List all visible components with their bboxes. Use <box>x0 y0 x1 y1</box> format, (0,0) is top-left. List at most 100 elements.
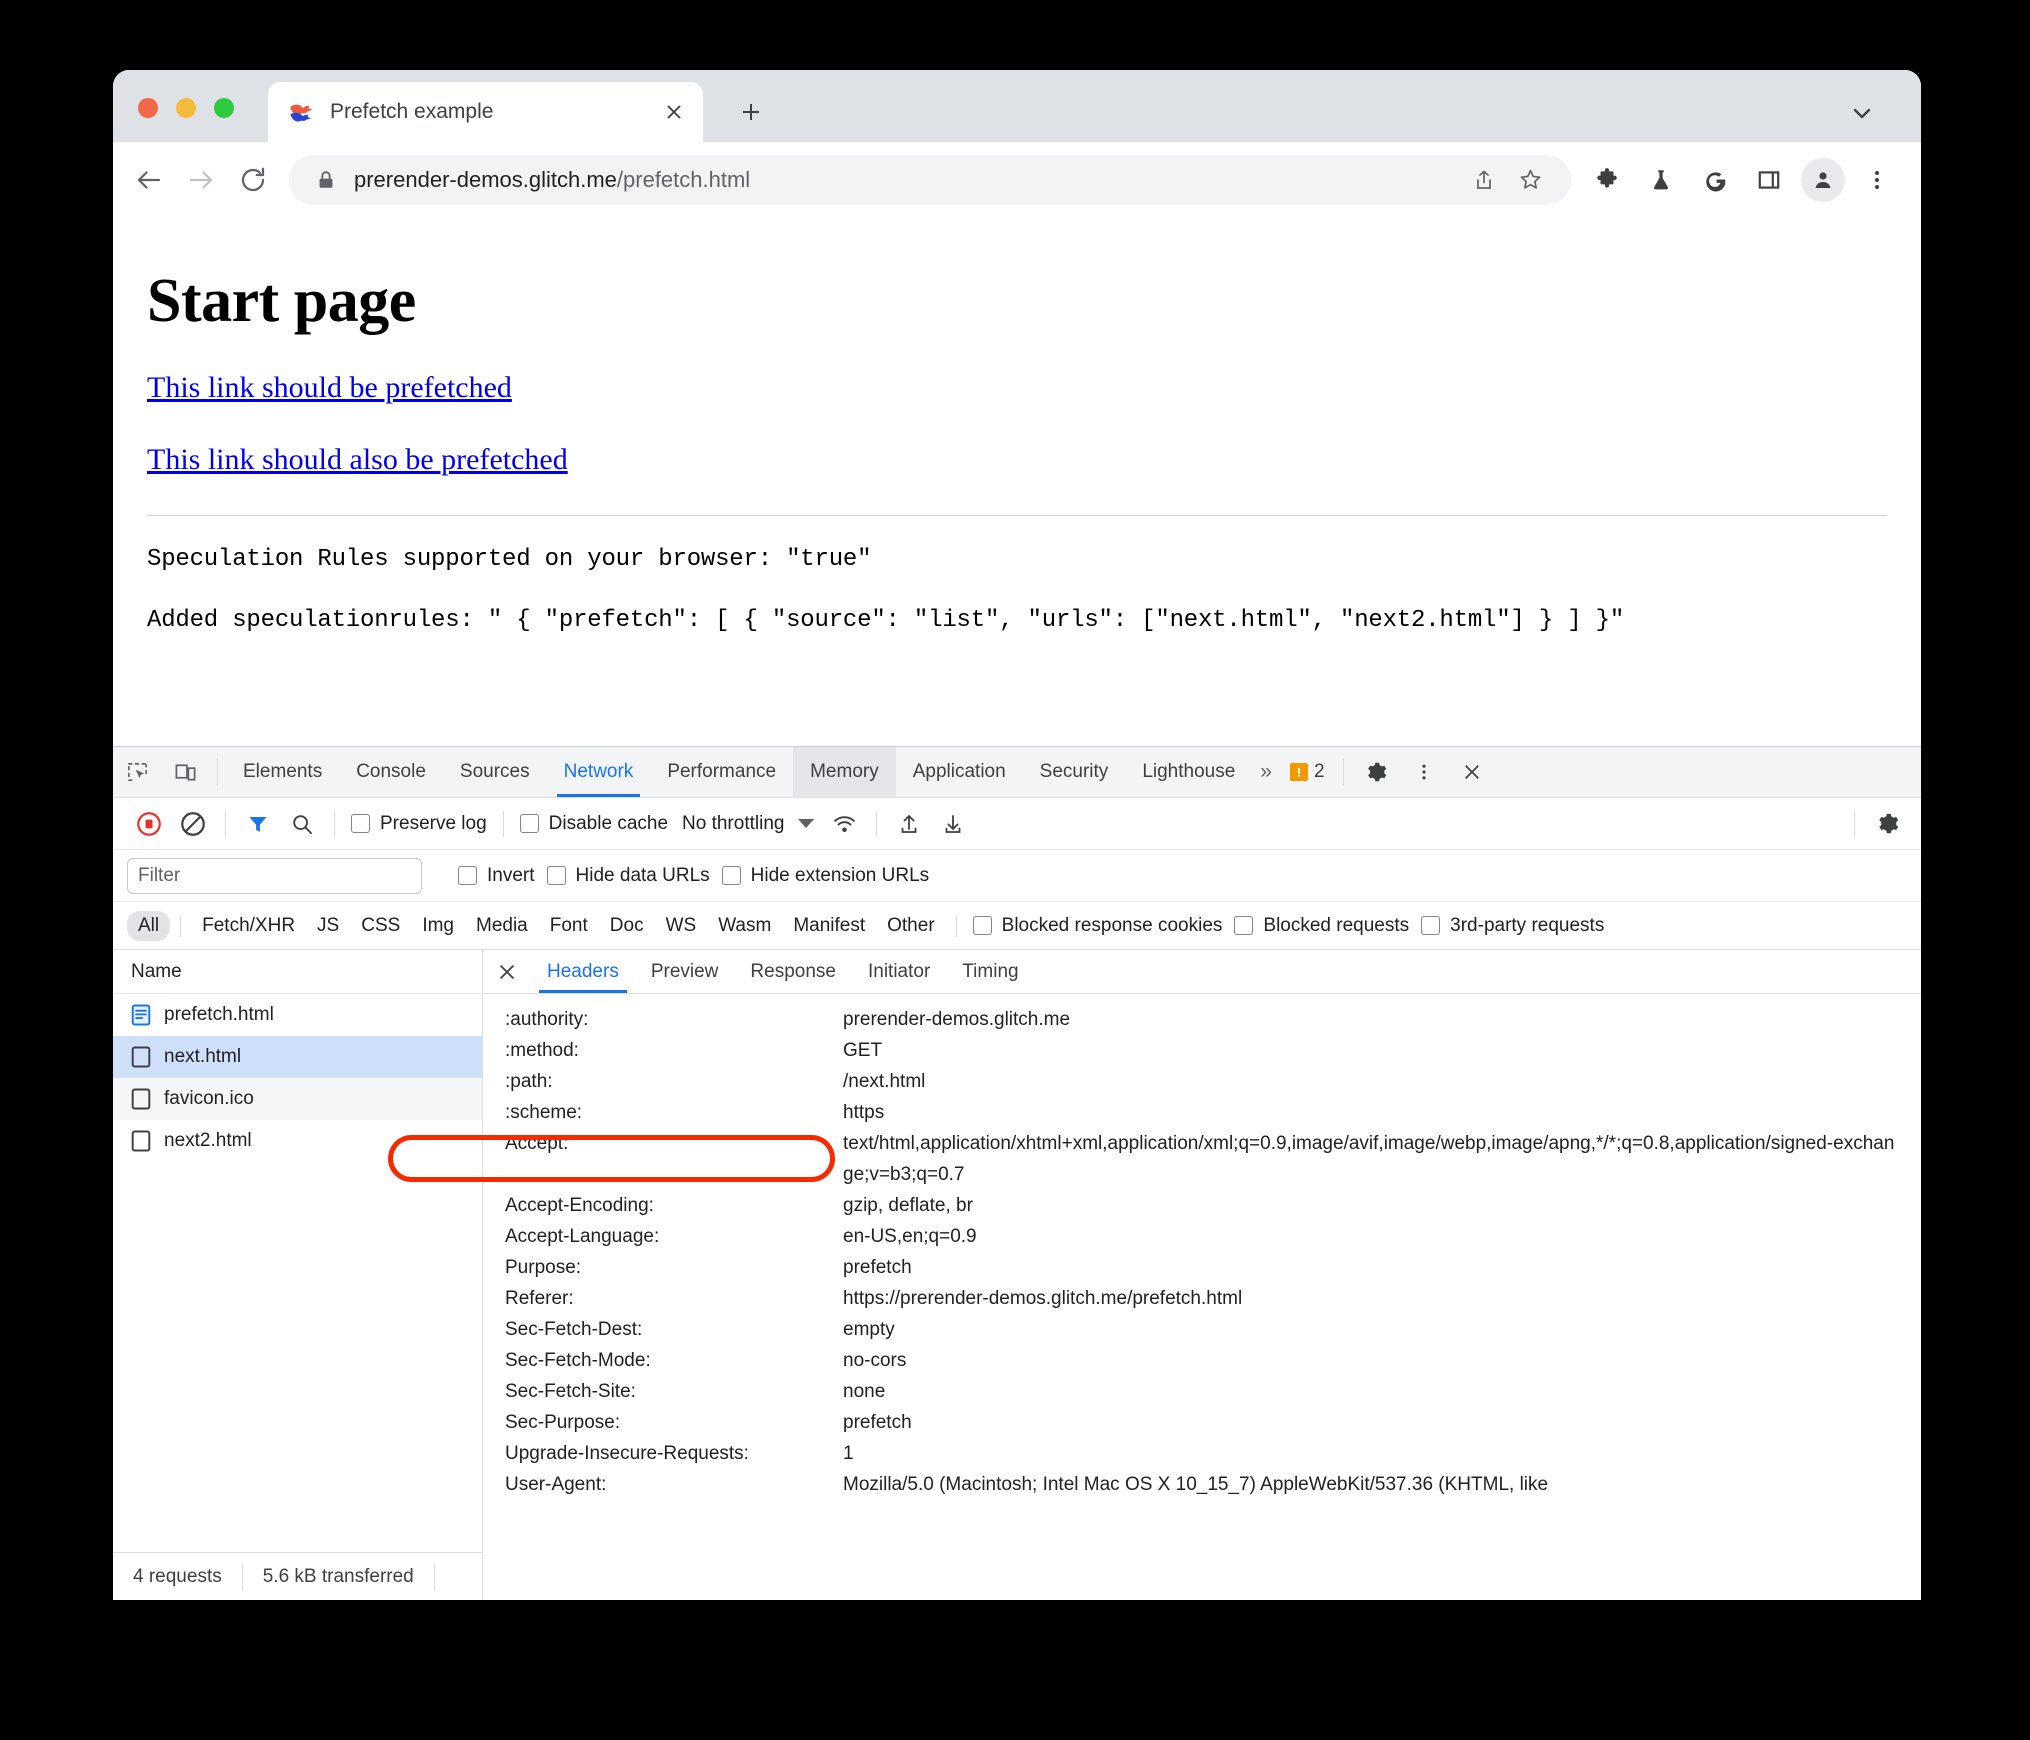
clear-button[interactable] <box>171 804 215 844</box>
type-filter-doc[interactable]: Doc <box>599 911 655 941</box>
type-filter-js[interactable]: JS <box>306 911 350 941</box>
detail-tab-response[interactable]: Response <box>734 950 852 993</box>
header-value: https <box>843 1102 885 1123</box>
header-row: Accept-Encoding: gzip, deflate, br <box>483 1190 1921 1221</box>
type-filter-ws[interactable]: WS <box>655 911 708 941</box>
filter-toggle-button[interactable] <box>236 804 280 844</box>
devtools-settings-button[interactable] <box>1352 747 1400 797</box>
type-filter-font[interactable]: Font <box>539 911 599 941</box>
record-button[interactable] <box>127 804 171 844</box>
throttling-dropdown[interactable]: No throttling <box>674 813 822 835</box>
speculation-rules-line: Added speculationrules: " { "prefetch": … <box>147 607 1625 634</box>
prefetch-link-2[interactable]: This link should also be prefetched <box>147 443 568 477</box>
divider <box>955 914 957 937</box>
detail-tab-timing[interactable]: Timing <box>946 950 1034 993</box>
forward-button[interactable] <box>175 154 227 206</box>
bookmark-button[interactable] <box>1509 159 1551 201</box>
extensions-button[interactable] <box>1585 158 1629 202</box>
maximize-window-button[interactable] <box>214 98 234 118</box>
header-value: empty <box>843 1319 895 1340</box>
type-filter-css[interactable]: CSS <box>350 911 411 941</box>
chrome-menu-button[interactable] <box>1855 158 1899 202</box>
device-toolbar-button[interactable] <box>161 747 209 797</box>
generic-file-icon <box>131 1130 151 1152</box>
devtools-tab-network[interactable]: Network <box>547 747 651 797</box>
inspect-element-button[interactable] <box>113 747 161 797</box>
request-row-prefetch-html[interactable]: prefetch.html <box>113 994 482 1036</box>
new-tab-button[interactable] <box>733 94 769 130</box>
filter-input[interactable] <box>127 857 422 894</box>
address-bar[interactable]: prerender-demos.glitch.me/prefetch.html <box>289 154 1571 205</box>
request-detail-tab-bar: Headers Preview Response Initiator Timin… <box>483 950 1921 994</box>
close-tab-button[interactable] <box>659 97 689 127</box>
header-name: Sec-Fetch-Dest: <box>505 1319 643 1340</box>
share-icon <box>1477 170 1491 189</box>
header-row: :scheme: https <box>483 1097 1921 1128</box>
import-har-button[interactable] <box>887 804 931 844</box>
tab-search-button[interactable] <box>1845 96 1879 130</box>
request-list-panel: Name prefetch.html next.html favicon.ico… <box>113 950 483 1600</box>
search-button[interactable] <box>280 804 324 844</box>
browser-tab[interactable]: Prefetch example <box>268 82 703 142</box>
warning-count-badge[interactable]: ! 2 <box>1280 747 1335 797</box>
back-button[interactable] <box>123 154 175 206</box>
type-filter-img[interactable]: Img <box>411 911 465 941</box>
request-row-favicon-ico[interactable]: favicon.ico <box>113 1078 482 1120</box>
network-settings-button[interactable] <box>1865 804 1909 844</box>
profile-avatar[interactable] <box>1801 157 1845 202</box>
devtools-tab-elements[interactable]: Elements <box>226 747 339 797</box>
header-row: :path: /next.html <box>483 1066 1921 1097</box>
blocked-requests-checkbox[interactable]: Blocked requests <box>1228 915 1415 937</box>
header-row: Sec-Fetch-Mode: no-cors <box>483 1345 1921 1376</box>
request-row-next-html[interactable]: next.html <box>113 1036 482 1078</box>
devtools-tab-security[interactable]: Security <box>1023 747 1126 797</box>
page-divider <box>147 515 1887 516</box>
close-window-button[interactable] <box>138 98 158 118</box>
disable-cache-checkbox[interactable]: Disable cache <box>514 813 674 835</box>
side-panel-button[interactable] <box>1747 158 1791 202</box>
type-filter-fetch-xhr[interactable]: Fetch/XHR <box>191 911 306 941</box>
grammarly-button[interactable] <box>1693 158 1737 202</box>
header-row: Referer: https://prerender-demos.glitch.… <box>483 1283 1921 1314</box>
hide-data-urls-checkbox[interactable]: Hide data URLs <box>541 865 716 887</box>
header-name: Sec-Fetch-Site: <box>505 1381 636 1402</box>
devtools-tab-performance[interactable]: Performance <box>650 747 793 797</box>
devtools-tab-memory[interactable]: Memory <box>793 747 896 797</box>
blocked-response-cookies-checkbox[interactable]: Blocked response cookies <box>967 915 1229 937</box>
page-title: Start page <box>147 267 416 335</box>
detail-tab-headers[interactable]: Headers <box>531 950 635 993</box>
type-filter-other[interactable]: Other <box>876 911 946 941</box>
three-dot-menu-icon <box>1875 170 1879 189</box>
network-main-split: Name prefetch.html next.html favicon.ico… <box>113 950 1921 1600</box>
header-value: no-cors <box>843 1350 907 1371</box>
preserve-log-checkbox[interactable]: Preserve log <box>345 813 493 835</box>
type-filter-media[interactable]: Media <box>465 911 539 941</box>
request-row-next2-html[interactable]: next2.html <box>113 1120 482 1162</box>
devtools-tab-console[interactable]: Console <box>339 747 443 797</box>
divider <box>433 1563 435 1590</box>
close-devtools-button[interactable] <box>1448 747 1496 797</box>
type-filter-all[interactable]: All <box>127 910 171 941</box>
devtools-tab-lighthouse[interactable]: Lighthouse <box>1125 747 1252 797</box>
more-tabs-button[interactable]: » <box>1252 747 1280 797</box>
header-name: Referer: <box>505 1288 574 1309</box>
type-filter-manifest[interactable]: Manifest <box>782 911 876 941</box>
prefetch-link-1[interactable]: This link should be prefetched <box>147 371 512 405</box>
hide-extension-urls-checkbox[interactable]: Hide extension URLs <box>716 865 935 887</box>
reload-button[interactable] <box>227 154 279 206</box>
detail-tab-preview[interactable]: Preview <box>635 950 735 993</box>
devtools-tab-sources[interactable]: Sources <box>443 747 547 797</box>
invert-checkbox[interactable]: Invert <box>452 865 541 887</box>
type-filter-wasm[interactable]: Wasm <box>707 911 782 941</box>
share-button[interactable] <box>1463 159 1505 201</box>
minimize-window-button[interactable] <box>176 98 196 118</box>
detail-tab-initiator[interactable]: Initiator <box>852 950 946 993</box>
url-host: prerender-demos.glitch.me <box>354 166 617 192</box>
devtools-tab-application[interactable]: Application <box>896 747 1023 797</box>
third-party-requests-checkbox[interactable]: 3rd-party requests <box>1415 915 1610 937</box>
close-detail-button[interactable] <box>483 950 531 993</box>
network-conditions-button[interactable] <box>822 804 866 844</box>
export-har-button[interactable] <box>931 804 975 844</box>
experiments-button[interactable] <box>1639 158 1683 202</box>
devtools-more-options-button[interactable] <box>1400 747 1448 797</box>
